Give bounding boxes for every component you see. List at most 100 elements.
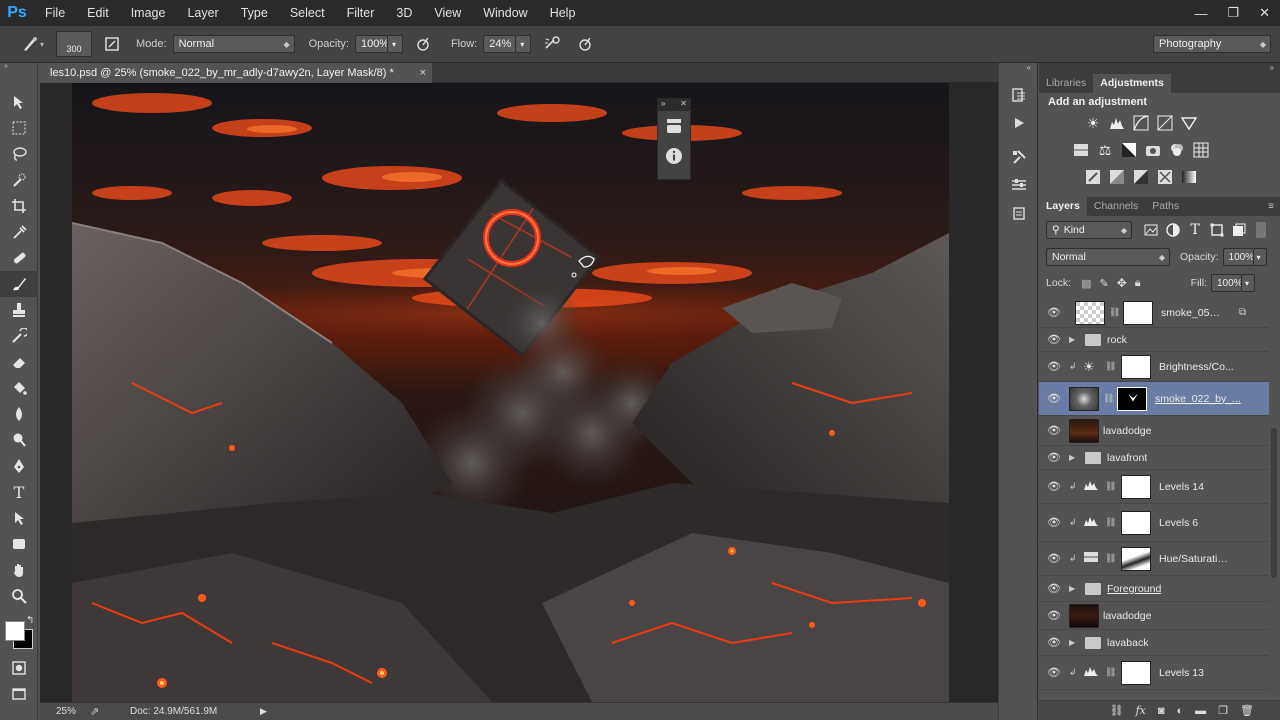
menu-view[interactable]: View [423, 0, 472, 26]
filter-adjustment-icon[interactable] [1162, 220, 1184, 240]
collapse-arrows-icon[interactable]: » [661, 99, 665, 111]
menu-type[interactable]: Type [230, 0, 279, 26]
history-icon[interactable] [999, 81, 1039, 109]
curves-icon[interactable] [1131, 113, 1151, 133]
eye-icon[interactable]: 👁︎ [1039, 392, 1069, 405]
brush-preset-dropdown-icon[interactable]: ▾ [40, 40, 44, 49]
workspace-select[interactable]: Photography ◆ [1153, 35, 1271, 53]
eye-icon[interactable]: 👁︎ [1039, 516, 1069, 529]
collapse-arrows-icon[interactable]: » [0, 63, 37, 71]
quick-mask-icon[interactable] [0, 655, 38, 681]
lasso-icon[interactable] [0, 141, 38, 167]
eye-icon[interactable]: 👁︎ [1039, 609, 1069, 622]
filter-kind-select[interactable]: ⚲ Kind ◆ [1046, 221, 1132, 239]
layer-row[interactable]: 👁︎ ▶ Foreground [1039, 576, 1269, 602]
shape-icon[interactable] [0, 531, 38, 557]
brush-preset-icon[interactable] [20, 34, 40, 54]
layer-row[interactable]: 👁︎ ⛓︎ smoke_051_... ⧉ [1039, 298, 1269, 328]
eye-icon[interactable]: 👁︎ [1039, 360, 1069, 373]
layer-mask-thumbnail[interactable] [1121, 546, 1151, 571]
foreground-color-swatch[interactable] [5, 621, 25, 641]
lock-pixels-icon[interactable]: ✎ [1100, 277, 1109, 290]
photo-filter-icon[interactable] [1143, 140, 1163, 160]
new-group-icon[interactable]: ▬ [1195, 705, 1206, 717]
menu-select[interactable]: Select [279, 0, 336, 26]
expand-arrow-icon[interactable]: ▶ [1069, 335, 1083, 344]
brush-panel-icon[interactable] [102, 34, 122, 54]
filter-shape-icon[interactable] [1206, 220, 1228, 240]
swap-colors-icon[interactable]: ↰ [26, 615, 34, 626]
clone-source-icon[interactable] [999, 199, 1039, 227]
levels-icon[interactable] [1107, 113, 1127, 133]
healing-icon[interactable] [0, 245, 38, 271]
lock-transparent-icon[interactable]: ▩ [1081, 277, 1091, 290]
mode-select[interactable]: Normal ◆ [172, 35, 295, 53]
collapse-arrows-icon[interactable]: » [1039, 63, 1280, 74]
filter-toggle[interactable] [1256, 222, 1266, 238]
layer-row[interactable]: 👁︎ ↲ ☀ ⛓︎ Brightness/Co... [1039, 352, 1269, 382]
layer-opacity-dropdown[interactable]: ▾ [1252, 248, 1267, 266]
expand-arrow-icon[interactable]: ▶ [1069, 638, 1083, 647]
hue-saturation-icon[interactable] [1071, 140, 1091, 160]
color-lookup-icon[interactable] [1191, 140, 1211, 160]
brightness-icon[interactable]: ☀ [1083, 113, 1103, 133]
menu-window[interactable]: Window [472, 0, 538, 26]
eye-icon[interactable]: 👁︎ [1039, 451, 1069, 464]
lock-all-icon[interactable]: 🔒︎ [1135, 277, 1141, 290]
info-icon[interactable] [658, 141, 690, 171]
hand-icon[interactable] [0, 557, 38, 583]
menu-file[interactable]: File [34, 0, 76, 26]
tab-libraries[interactable]: Libraries [1039, 74, 1093, 93]
bucket-icon[interactable] [0, 375, 38, 401]
document-tab[interactable]: les10.psd @ 25% (smoke_022_by_mr_adly-d7… [40, 63, 432, 83]
eye-icon[interactable]: 👁︎ [1039, 306, 1069, 319]
panel-menu-icon[interactable]: ≡ [1268, 197, 1274, 216]
layer-row[interactable]: 👁︎ ↲ ⛓︎ Levels 6 [1039, 504, 1269, 542]
canvas-area[interactable]: » ✕ [40, 83, 998, 702]
minimize-button[interactable]: — [1194, 6, 1207, 21]
eyedropper-icon[interactable] [0, 219, 38, 245]
zoom-icon[interactable] [0, 583, 38, 609]
gradient-map-icon[interactable] [1179, 167, 1199, 187]
marquee-icon[interactable] [0, 115, 38, 141]
brushes-icon[interactable] [999, 143, 1039, 171]
fill-dropdown[interactable]: ▾ [1241, 274, 1255, 292]
blur-icon[interactable] [0, 401, 38, 427]
layer-mask-thumbnail[interactable] [1121, 474, 1151, 499]
trash-icon[interactable]: 🗑︎ [1240, 704, 1254, 717]
actions-play-icon[interactable] [999, 109, 1039, 137]
expand-arrow-icon[interactable]: ▶ [1069, 453, 1083, 462]
floating-panel-header[interactable]: » ✕ [658, 99, 690, 111]
flow-input[interactable]: 24% [483, 35, 516, 53]
pen-icon[interactable] [0, 453, 38, 479]
color-balance-icon[interactable]: ⚖ [1095, 140, 1115, 160]
pressure-size-icon[interactable] [575, 34, 595, 54]
path-select-icon[interactable] [0, 505, 38, 531]
status-menu-arrow-icon[interactable]: ▶ [260, 706, 267, 717]
menu-layer[interactable]: Layer [176, 0, 229, 26]
vibrance-icon[interactable] [1179, 113, 1199, 133]
dodge-icon[interactable] [0, 427, 38, 453]
quick-select-icon[interactable] [0, 167, 38, 193]
layer-mask-thumbnail[interactable] [1117, 386, 1147, 411]
menu-3d[interactable]: 3D [385, 0, 423, 26]
eye-icon[interactable]: 👁︎ [1039, 424, 1069, 437]
brush-tool-icon[interactable] [0, 271, 38, 297]
close-icon[interactable]: ✕ [680, 99, 687, 111]
menu-edit[interactable]: Edit [76, 0, 120, 26]
black-white-icon[interactable] [1119, 140, 1139, 160]
eye-icon[interactable]: 👁︎ [1039, 552, 1069, 565]
add-mask-icon[interactable]: ◙ [1158, 705, 1165, 717]
menu-help[interactable]: Help [539, 0, 587, 26]
fill-input[interactable]: 100% [1211, 274, 1243, 292]
layer-mask-thumbnail[interactable] [1121, 660, 1151, 685]
threshold-icon[interactable] [1131, 167, 1151, 187]
flow-dropdown[interactable]: ▾ [515, 35, 532, 53]
tab-paths[interactable]: Paths [1145, 197, 1186, 216]
selective-color-icon[interactable] [1155, 167, 1175, 187]
new-adjustment-icon[interactable]: ◐ [1177, 705, 1184, 717]
layer-row[interactable]: 👁︎ lavadodge [1039, 416, 1269, 446]
tab-layers[interactable]: Layers [1039, 197, 1087, 216]
brush-presets-icon[interactable] [999, 171, 1039, 199]
airbrush-icon[interactable] [543, 34, 563, 54]
